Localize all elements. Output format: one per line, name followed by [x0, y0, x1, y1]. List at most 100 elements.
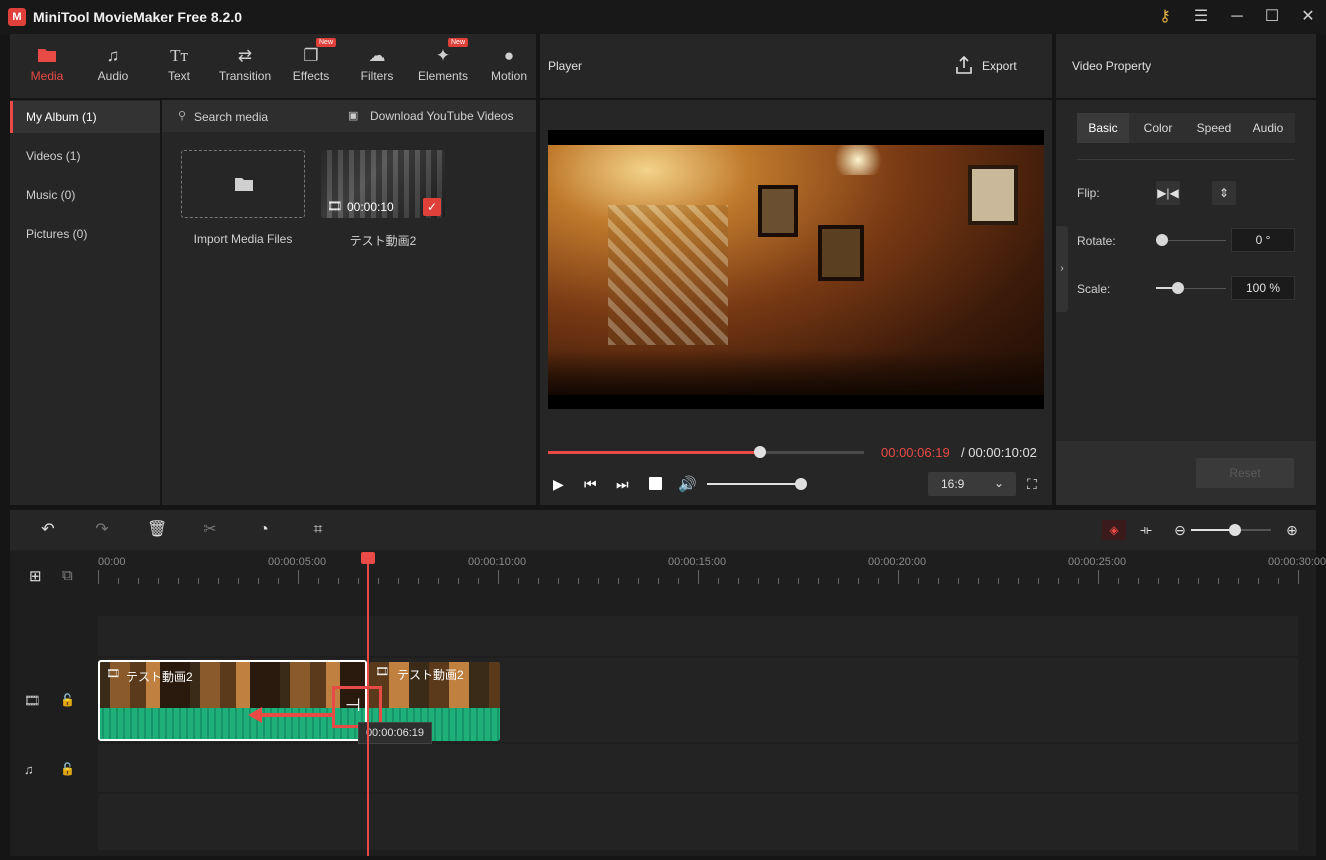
menu-icon[interactable]: ☰: [1188, 5, 1214, 29]
zoom-knob[interactable]: [1229, 524, 1241, 536]
album-item-my-album[interactable]: My Album (1): [10, 101, 160, 133]
snap-icon[interactable]: ◈: [1102, 520, 1126, 540]
checkmark-icon[interactable]: ✓: [423, 198, 441, 216]
property-panel: Basic Color Speed Audio Flip: ▶|◀ ⇕ Rota…: [1056, 100, 1316, 505]
tab-media[interactable]: Media: [14, 34, 80, 98]
key-icon[interactable]: ⚷: [1152, 5, 1178, 29]
tab-filters[interactable]: ☁ Filters: [344, 34, 410, 98]
player-panel: 00:00:06:19 / 00:00:10:02 ▶ ⏮ ⏭ 🔊 16:9 ⌄…: [540, 100, 1052, 505]
volume-slider[interactable]: [707, 478, 807, 490]
tab-elements-label: Elements: [417, 69, 469, 83]
reset-button[interactable]: Reset: [1196, 458, 1294, 488]
ruler-tick: [1098, 570, 1099, 584]
timeline-ruler[interactable]: 00:00 00:00:05:00 00:00:10:00 00:00:15:0…: [98, 550, 1326, 588]
collapse-panel-handle[interactable]: ›: [1056, 226, 1068, 312]
video-preview[interactable]: [548, 130, 1044, 409]
redo-icon[interactable]: ↷: [92, 520, 112, 540]
add-track-icon[interactable]: ⊞: [29, 567, 42, 585]
zoom-in-icon[interactable]: ⊕: [1282, 520, 1302, 540]
ruler-tick: [1298, 570, 1299, 584]
next-frame-button[interactable]: ⏭: [616, 476, 629, 493]
playhead[interactable]: [367, 560, 369, 856]
scale-value[interactable]: 100 %: [1231, 276, 1295, 300]
playback-progress-bar[interactable]: [548, 446, 864, 458]
progress-knob[interactable]: [753, 446, 766, 458]
ruler-tick: [518, 578, 519, 584]
volume-icon[interactable]: 🔊: [678, 475, 697, 493]
close-button[interactable]: ✕: [1295, 5, 1321, 29]
tab-speed[interactable]: Speed: [1187, 113, 1241, 143]
folder-icon: [36, 46, 58, 66]
download-youtube-link[interactable]: Download YouTube Videos: [370, 109, 513, 123]
ruler-tick: [858, 578, 859, 584]
tab-transition[interactable]: ⇄ Transition: [212, 34, 278, 98]
album-item-videos[interactable]: Videos (1): [10, 140, 160, 172]
crop-icon[interactable]: ⌗: [308, 520, 328, 540]
ruler-tick: [158, 578, 159, 584]
search-media-input[interactable]: Search media: [194, 110, 268, 124]
ruler-tick: [658, 578, 659, 584]
lock-icon[interactable]: 🔓: [60, 693, 75, 707]
ruler-tick: [738, 578, 739, 584]
fullscreen-icon[interactable]: ⛶: [1027, 476, 1037, 493]
split-icon[interactable]: ✂: [200, 520, 220, 540]
maximize-button[interactable]: ☐: [1259, 5, 1285, 29]
tab-elements[interactable]: New ✦ Elements: [410, 34, 476, 98]
tab-audio[interactable]: Audio: [1241, 113, 1295, 143]
timeline-clip-1[interactable]: 🎞 テスト動画2: [98, 660, 367, 741]
ruler-tick: [938, 578, 939, 584]
aspect-ratio-select[interactable]: 16:9 ⌄: [928, 472, 1016, 496]
rotate-value[interactable]: 0 °: [1231, 228, 1295, 252]
speed-icon[interactable]: ◔: [254, 520, 274, 540]
drag-arrow-line: [260, 713, 332, 717]
scale-knob[interactable]: [1172, 282, 1184, 294]
player-title: Player: [548, 59, 583, 73]
ruler-tick: [1138, 578, 1139, 584]
timeline-toolbar: ↶ ↷ 🗑 ✂ ◔ ⌗ ◈ ⟛ ⊖ ⊕: [10, 510, 1316, 550]
track-manager-icon[interactable]: ⧉: [62, 567, 73, 584]
tab-audio[interactable]: ♫ Audio: [80, 34, 146, 98]
ruler-tick: [1278, 578, 1279, 584]
import-media-button[interactable]: [181, 150, 305, 218]
ruler-tick: [258, 578, 259, 584]
ruler-tick: [398, 578, 399, 584]
album-item-pictures[interactable]: Pictures (0): [10, 218, 160, 250]
ruler-tick: [418, 578, 419, 584]
ruler-tick: [1218, 578, 1219, 584]
current-time: 00:00:06:19: [881, 445, 950, 460]
ruler-tick: [678, 578, 679, 584]
media-clip-thumbnail[interactable]: 🎞 00:00:10 ✓: [321, 150, 445, 218]
rotate-label: Rotate:: [1077, 234, 1116, 248]
fit-timeline-icon[interactable]: ⟛: [1136, 520, 1156, 540]
zoom-slider[interactable]: [1191, 524, 1271, 536]
undo-icon[interactable]: ↶: [38, 520, 58, 540]
tab-text[interactable]: Tт Text: [146, 34, 212, 98]
zoom-out-icon[interactable]: ⊖: [1170, 520, 1190, 540]
tab-motion[interactable]: ● Motion: [476, 34, 542, 98]
flip-vertical-icon[interactable]: ⇕: [1212, 181, 1236, 205]
tab-basic[interactable]: Basic: [1077, 113, 1129, 143]
minimize-button[interactable]: ─: [1224, 5, 1250, 29]
ruler-tick: [1058, 578, 1059, 584]
stop-button[interactable]: [649, 477, 662, 490]
elements-icon: ✦: [435, 46, 451, 65]
delete-icon[interactable]: 🗑: [147, 520, 167, 540]
ruler-tick: [578, 578, 579, 584]
tab-color[interactable]: Color: [1131, 113, 1185, 143]
rotate-slider[interactable]: [1162, 240, 1226, 241]
music-note-icon: ♫: [24, 762, 34, 777]
tab-effects[interactable]: New ❐ Effects: [278, 34, 344, 98]
rotate-knob[interactable]: [1156, 234, 1168, 246]
volume-knob[interactable]: [795, 478, 807, 490]
film-icon: 🎞: [106, 668, 120, 680]
media-clip-name: テスト動画2: [349, 234, 417, 248]
previous-frame-button[interactable]: ⏮: [584, 476, 597, 493]
ruler-tick: [498, 570, 499, 584]
lock-icon[interactable]: 🔓: [60, 762, 75, 776]
flip-horizontal-icon[interactable]: ▶|◀: [1156, 181, 1180, 205]
ruler-tick: [478, 578, 479, 584]
music-track: [98, 744, 1298, 792]
playhead-handle[interactable]: [361, 552, 375, 564]
play-button[interactable]: ▶: [553, 476, 564, 493]
album-item-music[interactable]: Music (0): [10, 179, 160, 211]
